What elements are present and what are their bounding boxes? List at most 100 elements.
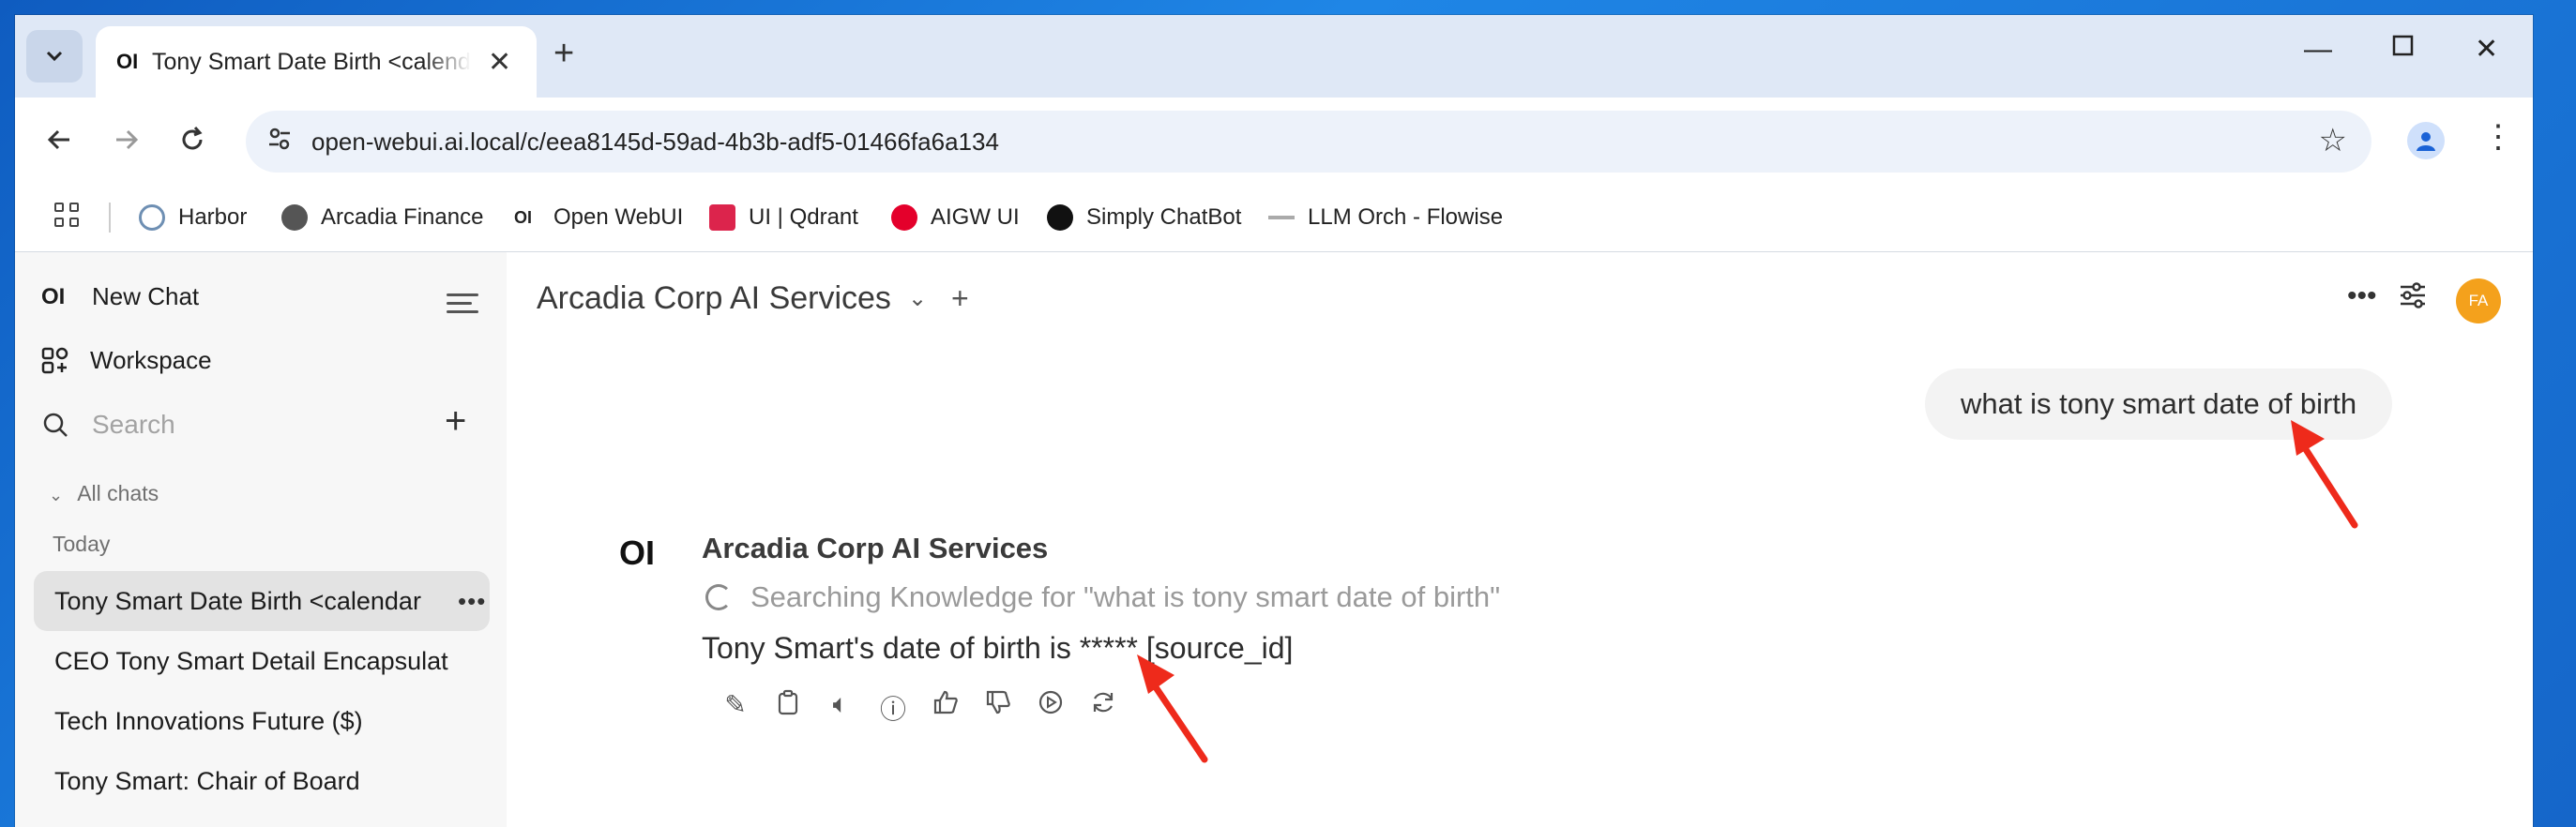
assistant-name: Arcadia Corp AI Services xyxy=(702,532,1049,564)
chat-list-item[interactable]: Tony Smart: Chair of Board xyxy=(34,751,490,811)
new-chat-button[interactable]: OI New Chat xyxy=(41,282,199,311)
close-window-button[interactable]: ✕ xyxy=(2475,36,2498,64)
tab-strip: OI Tony Smart Date Birth <calendar ✕ + —… xyxy=(15,15,2533,98)
sidebar: OI New Chat Workspace Search + ⌄ All cha… xyxy=(15,252,507,827)
copy-icon[interactable] xyxy=(762,689,814,727)
model-selector[interactable]: Arcadia Corp AI Services ⌄ + xyxy=(537,280,969,317)
profile-icon xyxy=(2417,132,2435,151)
flowise-icon xyxy=(1268,216,1295,219)
reload-button[interactable] xyxy=(176,124,208,161)
chat-options-icon[interactable]: ••• xyxy=(458,587,486,616)
tab-search-button[interactable] xyxy=(26,30,83,83)
maximize-icon xyxy=(2392,35,2414,56)
address-toolbar: open-webui.ai.local/c/eea8145d-59ad-4b3b… xyxy=(15,98,2533,186)
bookmark-label: Arcadia Finance xyxy=(321,204,484,230)
sidebar-toggle-icon[interactable] xyxy=(447,288,478,319)
search-placeholder: Search xyxy=(92,410,175,439)
tab-close-icon[interactable]: ✕ xyxy=(488,46,511,79)
bookmark-open-webui[interactable]: OI Open WebUI xyxy=(514,204,683,231)
knowledge-search-status: Searching Knowledge for "what is tony sm… xyxy=(702,580,1500,614)
bookmark-label: Open WebUI xyxy=(553,204,684,230)
forward-button[interactable] xyxy=(111,124,143,161)
bookmarks-divider xyxy=(109,203,111,233)
chat-title: Tony Smart: Chair of Board xyxy=(54,766,360,795)
openwebui-logo-icon: OI xyxy=(41,283,66,309)
bookmark-aigw-ui[interactable]: AIGW UI xyxy=(891,204,1020,231)
chat-list-item[interactable]: Tony Smart Date Birth <calendar ••• xyxy=(34,571,490,631)
minimize-button[interactable]: — xyxy=(2304,36,2332,64)
annotation-arrow-answer xyxy=(1137,654,1208,763)
sidebar-search-input[interactable]: Search xyxy=(41,410,175,440)
chat-list-item[interactable]: CEO Tony Smart Detail Encapsulation xyxy=(34,631,490,691)
regenerate-icon[interactable] xyxy=(1077,689,1129,727)
spinner-icon xyxy=(705,584,732,610)
all-chats-toggle[interactable]: ⌄ All chats xyxy=(49,481,159,506)
section-today-label: Today xyxy=(53,532,111,556)
workspace-icon xyxy=(41,347,68,373)
bookmark-label: Harbor xyxy=(178,204,248,230)
model-name: Arcadia Corp AI Services xyxy=(537,280,891,316)
bookmark-label: UI | Qdrant xyxy=(749,204,858,230)
address-bar[interactable]: open-webui.ai.local/c/eea8145d-59ad-4b3b… xyxy=(246,111,2371,173)
openwebui-icon: OI xyxy=(514,208,533,227)
chevron-down-icon[interactable]: ⌄ xyxy=(908,285,927,312)
all-chats-label: All chats xyxy=(77,481,159,505)
crown-icon xyxy=(1047,204,1073,231)
add-folder-button[interactable]: + xyxy=(445,400,466,443)
bookmark-harbor[interactable]: Harbor xyxy=(139,204,247,231)
new-chat-label: New Chat xyxy=(92,282,200,310)
back-button[interactable] xyxy=(43,124,75,161)
more-options-icon[interactable]: ••• xyxy=(2347,280,2377,312)
forward-arrow-icon xyxy=(116,129,139,150)
url-text[interactable]: open-webui.ai.local/c/eea8145d-59ad-4b3b… xyxy=(311,128,999,157)
chat-controls-icon[interactable] xyxy=(2398,280,2428,318)
qdrant-icon xyxy=(709,204,735,231)
continue-response-icon[interactable] xyxy=(1024,689,1077,727)
bookmarks-bar: Harbor Arcadia Finance OI Open WebUI UI … xyxy=(15,186,2533,252)
reload-icon xyxy=(182,126,203,150)
message-actions: ✎ 🔈︎ ⓘ xyxy=(709,689,1129,727)
harbor-icon xyxy=(139,204,165,231)
bookmark-label: AIGW UI xyxy=(931,204,1020,230)
site-settings-icon[interactable] xyxy=(266,126,293,158)
browser-menu-icon[interactable]: ⋮ xyxy=(2482,118,2514,156)
thumbs-down-icon[interactable] xyxy=(972,689,1024,727)
info-icon[interactable]: ⓘ xyxy=(867,689,919,727)
chevron-down-icon: ⌄ xyxy=(49,486,64,504)
assistant-logo-icon: OI xyxy=(619,534,656,572)
workspace-button[interactable]: Workspace xyxy=(41,346,212,375)
back-arrow-icon xyxy=(47,129,69,150)
edit-icon[interactable]: ✎ xyxy=(709,689,762,727)
maximize-button[interactable] xyxy=(2390,32,2417,64)
add-model-button[interactable]: + xyxy=(951,281,969,316)
status-text: Searching Knowledge for "what is tony sm… xyxy=(750,580,1501,613)
bookmark-star-icon[interactable]: ☆ xyxy=(2319,122,2347,159)
new-tab-button[interactable]: + xyxy=(553,36,574,71)
bookmark-label: Simply ChatBot xyxy=(1086,204,1242,230)
bookmark-flowise[interactable]: LLM Orch - Flowise xyxy=(1268,204,1503,231)
tab-active[interactable]: OI Tony Smart Date Birth <calendar ✕ xyxy=(96,26,537,98)
apps-grid-icon[interactable] xyxy=(54,203,83,231)
user-avatar[interactable]: FA xyxy=(2456,278,2501,323)
chat-main: Arcadia Corp AI Services ⌄ + ••• FA what… xyxy=(507,252,2533,827)
annotation-arrow-user-message xyxy=(2291,420,2358,529)
chat-list-item[interactable]: Tech Innovations Future ($) xyxy=(34,691,490,751)
profile-button[interactable] xyxy=(2407,122,2445,159)
chat-title: CEO Tony Smart Detail Encapsulation xyxy=(54,646,448,675)
workspace-label: Workspace xyxy=(90,346,212,374)
thumbs-up-icon[interactable] xyxy=(919,689,972,727)
bookmark-simply-chatbot[interactable]: Simply ChatBot xyxy=(1047,204,1241,231)
chevron-down-icon xyxy=(46,51,63,62)
bookmark-label: LLM Orch - Flowise xyxy=(1308,204,1504,230)
tab-title: Tony Smart Date Birth <calendar xyxy=(152,48,471,75)
bookmark-arcadia-finance[interactable]: Arcadia Finance xyxy=(281,204,483,231)
globe-icon xyxy=(281,204,308,231)
f5-icon xyxy=(891,204,917,231)
bookmark-qdrant[interactable]: UI | Qdrant xyxy=(709,204,858,231)
read-aloud-icon[interactable]: 🔈︎ xyxy=(814,689,867,727)
chat-title: Tony Smart Date Birth <calendar xyxy=(54,586,421,615)
browser-window: OI Tony Smart Date Birth <calendar ✕ + —… xyxy=(15,15,2533,827)
chat-title: Tech Innovations Future ($) xyxy=(54,706,363,735)
openwebui-favicon-icon: OI xyxy=(116,50,139,73)
search-icon xyxy=(43,413,68,437)
